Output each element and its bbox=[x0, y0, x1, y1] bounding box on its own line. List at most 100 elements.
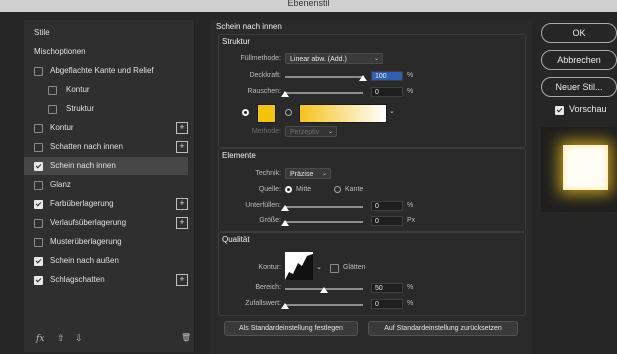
style-item-checkbox[interactable] bbox=[34, 238, 43, 247]
quelle-mitte-label: Mitte bbox=[296, 186, 312, 193]
add-style-plus-icon[interactable]: + bbox=[176, 122, 188, 134]
struktur-title: Struktur bbox=[222, 37, 251, 46]
add-style-plus-icon[interactable]: + bbox=[176, 141, 188, 153]
style-item-schein-innen[interactable]: Schein nach innen bbox=[24, 157, 188, 175]
style-item-checkbox[interactable] bbox=[34, 181, 43, 190]
glow-gradient-swatch[interactable] bbox=[299, 104, 387, 123]
color-radio[interactable] bbox=[242, 109, 249, 116]
style-item-abgeflachte-kante[interactable]: Abgeflachte Kante und Relief bbox=[24, 62, 188, 80]
quelle-label: Quelle: bbox=[258, 186, 281, 193]
qualitaet-group: Qualität Kontur: ⌄ Glätten Bereich: 50 %… bbox=[218, 232, 526, 316]
technik-select[interactable]: Präzise ⌄ bbox=[285, 168, 331, 179]
style-item-label: Kontur bbox=[50, 123, 74, 132]
rauschen-slider[interactable] bbox=[285, 92, 363, 94]
move-up-icon[interactable]: ⇧ bbox=[57, 333, 65, 343]
glow-color-swatch[interactable] bbox=[257, 104, 276, 123]
style-item-farbueberlagerung[interactable]: Farbüberlagerung + bbox=[24, 195, 188, 213]
bereich-unit: % bbox=[407, 284, 414, 291]
style-item-checkbox[interactable] bbox=[34, 143, 43, 152]
gradient-radio[interactable] bbox=[285, 109, 292, 116]
deckkraft-slider-thumb[interactable] bbox=[359, 75, 367, 81]
unterfuellen-input[interactable]: 0 bbox=[371, 201, 403, 211]
style-item-checkbox[interactable] bbox=[34, 219, 43, 228]
bereich-input[interactable]: 50 bbox=[371, 283, 403, 293]
style-item-label: Schatten nach innen bbox=[50, 142, 123, 151]
quelle-mitte-radio[interactable] bbox=[285, 186, 292, 193]
style-item-mischoptionen[interactable]: Mischoptionen bbox=[24, 43, 188, 61]
groesse-slider[interactable] bbox=[285, 221, 363, 223]
style-item-checkbox[interactable] bbox=[34, 162, 43, 171]
unterfuellen-unit: % bbox=[407, 202, 414, 209]
style-preview bbox=[541, 127, 617, 212]
zufall-label: Zufallswert: bbox=[245, 300, 281, 307]
rauschen-input[interactable]: 0 bbox=[371, 87, 403, 97]
add-style-plus-icon[interactable]: + bbox=[176, 198, 188, 210]
style-item-checkbox[interactable] bbox=[48, 86, 57, 95]
unterfuellen-slider-thumb[interactable] bbox=[281, 205, 289, 211]
methode-chevron-down-icon: ⌄ bbox=[327, 129, 333, 135]
glaetten-label: Glätten bbox=[343, 264, 366, 271]
fx-icon[interactable]: fx bbox=[36, 334, 44, 344]
contour-preview[interactable] bbox=[285, 252, 313, 280]
fuellmethode-select[interactable]: Linear abw. (Add.) ⌄ bbox=[285, 53, 383, 64]
add-style-plus-icon[interactable]: + bbox=[176, 217, 188, 229]
style-item-checkbox[interactable] bbox=[48, 105, 57, 114]
qualitaet-title: Qualität bbox=[222, 235, 250, 244]
add-style-plus-icon[interactable]: + bbox=[176, 274, 188, 286]
zufall-slider-thumb[interactable] bbox=[281, 303, 289, 309]
style-item-kontur[interactable]: Kontur + bbox=[24, 119, 188, 137]
zufall-slider[interactable] bbox=[285, 304, 363, 306]
glaetten-checkbox[interactable] bbox=[330, 264, 339, 273]
style-item-schein-aussen[interactable]: Schein nach außen bbox=[24, 252, 188, 270]
section-title: Schein nach innen bbox=[216, 22, 282, 31]
methode-value: Perzeptiv bbox=[290, 129, 320, 136]
style-item-musterueberlagerung[interactable]: Musterüberlagerung bbox=[24, 233, 188, 251]
rauschen-slider-thumb[interactable] bbox=[281, 91, 289, 97]
style-item-struktur-sub[interactable]: Struktur bbox=[24, 100, 188, 118]
style-item-schatten-innen[interactable]: Schatten nach innen + bbox=[24, 138, 188, 156]
style-item-glanz[interactable]: Glanz bbox=[24, 176, 188, 194]
groesse-input[interactable]: 0 bbox=[371, 216, 403, 226]
quelle-kante-radio[interactable] bbox=[334, 186, 341, 193]
style-item-checkbox[interactable] bbox=[34, 276, 43, 285]
preview-checkbox[interactable] bbox=[555, 106, 564, 115]
gradient-chevron-down-icon[interactable]: ⌄ bbox=[389, 107, 395, 115]
reset-default-button[interactable]: Auf Standardeinstellung zurücksetzen bbox=[368, 321, 518, 336]
style-item-checkbox[interactable] bbox=[34, 200, 43, 209]
style-item-label: Schein nach außen bbox=[50, 256, 119, 265]
styles-list-panel: Stile Mischoptionen Abgeflachte Kante und … bbox=[24, 20, 195, 352]
technik-label: Technik: bbox=[255, 170, 281, 177]
style-item-kontur-sub[interactable]: Kontur bbox=[24, 81, 188, 99]
unterfuellen-slider[interactable] bbox=[285, 206, 363, 208]
elemente-group: Elemente Technik: Präzise ⌄ Quelle: Mitt… bbox=[218, 148, 526, 232]
cancel-button[interactable]: Abbrechen bbox=[541, 50, 617, 70]
deckkraft-input[interactable]: 100 bbox=[371, 71, 403, 81]
groesse-slider-thumb[interactable] bbox=[281, 220, 289, 226]
chevron-down-icon: ⌄ bbox=[373, 56, 379, 62]
groesse-unit: Px bbox=[407, 217, 416, 224]
style-item-label: Kontur bbox=[66, 85, 90, 94]
technik-chevron-down-icon: ⌄ bbox=[321, 171, 327, 177]
contour-chevron-down-icon[interactable]: ⌄ bbox=[316, 263, 322, 271]
methode-select[interactable]: Perzeptiv ⌄ bbox=[285, 126, 337, 137]
new-style-button[interactable]: Neuer Stil... bbox=[541, 77, 617, 97]
style-item-label: Schein nach innen bbox=[50, 161, 116, 170]
style-item-stile[interactable]: Stile bbox=[24, 24, 188, 42]
set-default-button[interactable]: Als Standardeinstellung festlegen bbox=[224, 321, 358, 336]
rauschen-unit: % bbox=[407, 88, 414, 95]
style-item-checkbox[interactable] bbox=[34, 124, 43, 133]
ok-button[interactable]: OK bbox=[541, 23, 617, 43]
move-down-icon[interactable]: ⇩ bbox=[75, 333, 83, 343]
bereich-slider-thumb[interactable] bbox=[320, 287, 328, 293]
style-item-verlaufsueberlagerung[interactable]: Verlaufsüberlagerung + bbox=[24, 214, 188, 232]
style-item-checkbox[interactable] bbox=[34, 257, 43, 266]
deckkraft-label: Deckkraft: bbox=[249, 72, 281, 79]
zufall-input[interactable]: 0 bbox=[371, 299, 403, 309]
preview-toggle[interactable]: Vorschau bbox=[555, 104, 615, 116]
style-item-label: Schlagschatten bbox=[50, 275, 105, 284]
style-item-schlagschatten[interactable]: Schlagschatten + bbox=[24, 271, 188, 289]
style-item-label: Glanz bbox=[50, 180, 71, 189]
deckkraft-slider[interactable] bbox=[285, 76, 363, 78]
trash-icon[interactable]: 🗑 bbox=[181, 333, 191, 342]
style-item-checkbox[interactable] bbox=[34, 67, 43, 76]
